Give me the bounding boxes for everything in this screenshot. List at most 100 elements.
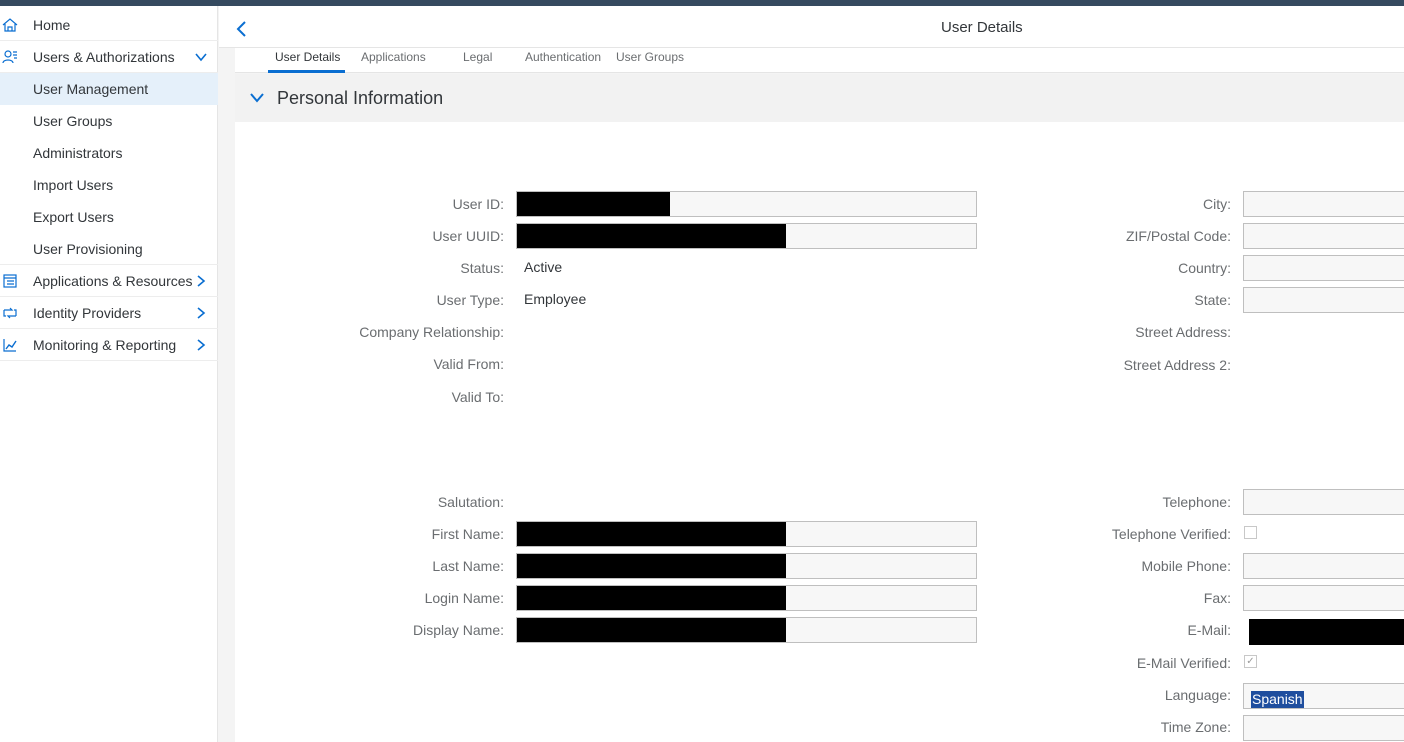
sidebar-item-label: User Groups	[33, 113, 113, 129]
login-name-field[interactable]	[516, 585, 977, 611]
page-title: User Details	[941, 19, 1023, 36]
chevron-down-icon[interactable]	[194, 50, 208, 64]
sidebar-item-monitoring-reporting[interactable]: Monitoring & Reporting	[0, 329, 218, 361]
telephone-verified-checkbox[interactable]	[1244, 526, 1257, 539]
email-label: E-Mail:	[1187, 622, 1231, 638]
company-relationship-label: Company Relationship:	[359, 324, 504, 340]
status-label: Status:	[460, 260, 504, 276]
user-id-label: User ID:	[452, 196, 504, 212]
sidebar-item-label: User Management	[33, 81, 149, 97]
tab-legal[interactable]: Legal	[463, 50, 492, 64]
tab-user-groups[interactable]: User Groups	[616, 50, 684, 64]
fax-field[interactable]	[1243, 585, 1404, 611]
tab-applications[interactable]: Applications	[361, 50, 426, 64]
status-value: Active	[524, 259, 563, 275]
sidebar-item-administrators[interactable]: Administrators	[0, 137, 218, 169]
user-type-value: Employee	[524, 291, 587, 307]
sidebar-item-user-management[interactable]: User Management	[0, 73, 218, 105]
chevron-right-icon[interactable]	[194, 338, 208, 352]
page-header: User Details	[219, 6, 1404, 48]
chevron-down-icon[interactable]	[249, 91, 265, 105]
sidebar-item-label: Users & Authorizations	[33, 49, 175, 65]
personal-information-form: User ID: User UUID: Status: Active User …	[235, 122, 1404, 742]
salutation-label: Salutation:	[437, 494, 504, 510]
telephone-label: Telephone:	[1162, 494, 1231, 510]
chevron-right-icon[interactable]	[194, 274, 208, 288]
sidebar-item-export-users[interactable]: Export Users	[0, 201, 218, 233]
monitoring-icon	[3, 339, 17, 352]
telephone-verified-label: Telephone Verified:	[1111, 526, 1231, 542]
user-type-label: User Type:	[436, 292, 504, 308]
redaction-box	[517, 586, 786, 610]
mobile-phone-label: Mobile Phone:	[1141, 558, 1231, 574]
last-name-label: Last Name:	[432, 558, 504, 574]
home-icon	[2, 18, 18, 32]
main-content: User Details User Details Applications L…	[219, 6, 1404, 742]
first-name-label: First Name:	[431, 526, 504, 542]
display-name-field[interactable]	[516, 617, 977, 643]
user-uuid-field[interactable]	[516, 223, 977, 249]
tab-bar: User Details Applications Legal Authenti…	[235, 48, 1404, 73]
telephone-field[interactable]	[1243, 489, 1404, 515]
tab-authentication[interactable]: Authentication	[525, 50, 601, 64]
section-header[interactable]: Personal Information	[235, 74, 1404, 122]
applications-icon	[3, 274, 17, 288]
login-name-label: Login Name:	[424, 590, 504, 606]
sidebar-item-label: Monitoring & Reporting	[33, 337, 177, 353]
back-arrow-icon[interactable]	[235, 20, 249, 38]
language-label: Language:	[1164, 687, 1231, 703]
identity-providers-icon	[3, 307, 17, 319]
valid-from-label: Valid From:	[433, 356, 504, 372]
first-name-field[interactable]	[516, 521, 977, 547]
street-address-2-label: Street Address 2:	[1123, 357, 1231, 373]
users-icon	[2, 50, 17, 64]
redaction-box	[517, 224, 786, 248]
user-uuid-label: User UUID:	[432, 228, 504, 244]
email-field[interactable]	[1243, 619, 1404, 645]
tab-user-details[interactable]: User Details	[275, 50, 340, 64]
redaction-box	[517, 618, 786, 642]
country-field[interactable]	[1243, 255, 1404, 281]
sidebar-item-user-groups[interactable]: User Groups	[0, 105, 218, 137]
section-title: Personal Information	[277, 88, 444, 108]
email-verified-label: E-Mail Verified:	[1136, 655, 1231, 671]
country-label: Country:	[1178, 260, 1231, 276]
active-tab-indicator	[268, 70, 345, 73]
state-field[interactable]	[1243, 287, 1404, 313]
display-name-label: Display Name:	[412, 622, 504, 638]
zip-label: ZIF/Postal Code:	[1125, 228, 1231, 244]
valid-to-label: Valid To:	[451, 389, 504, 405]
sidebar-item-label: Export Users	[33, 209, 114, 225]
city-field[interactable]	[1243, 191, 1404, 217]
state-label: State:	[1194, 292, 1231, 308]
zip-field[interactable]	[1243, 223, 1404, 249]
sidebar-item-label: Home	[33, 17, 71, 33]
mobile-phone-field[interactable]	[1243, 553, 1404, 579]
sidebar-item-label: Applications & Resources	[33, 273, 193, 289]
redaction-box	[517, 522, 786, 546]
sidebar-item-import-users[interactable]: Import Users	[0, 169, 218, 201]
last-name-field[interactable]	[516, 553, 977, 579]
redaction-box	[517, 192, 670, 216]
redaction-box	[517, 554, 786, 578]
time-zone-label: Time Zone:	[1160, 719, 1231, 735]
sidebar-item-user-provisioning[interactable]: User Provisioning	[0, 233, 218, 265]
email-verified-checkbox[interactable]: ✓	[1244, 655, 1257, 668]
sidebar: Home Users & Authorizations User Managem…	[0, 6, 218, 742]
language-value: Spanish	[1251, 691, 1304, 708]
street-address-label: Street Address:	[1135, 324, 1231, 340]
sidebar-item-users-authorizations[interactable]: Users & Authorizations	[0, 41, 218, 73]
sidebar-item-applications-resources[interactable]: Applications & Resources	[0, 265, 218, 297]
chevron-right-icon[interactable]	[194, 306, 208, 320]
sidebar-item-home[interactable]: Home	[0, 9, 218, 41]
sidebar-item-label: Import Users	[33, 177, 114, 193]
sidebar-item-label: Administrators	[33, 145, 123, 161]
sidebar-item-label: Identity Providers	[33, 305, 142, 321]
sidebar-item-label: User Provisioning	[33, 241, 143, 257]
redaction-box	[1249, 619, 1404, 645]
sidebar-item-identity-providers[interactable]: Identity Providers	[0, 297, 218, 329]
time-zone-field[interactable]	[1243, 715, 1404, 741]
fax-label: Fax:	[1203, 590, 1231, 606]
city-label: City:	[1203, 196, 1231, 212]
user-id-field[interactable]	[516, 191, 977, 217]
